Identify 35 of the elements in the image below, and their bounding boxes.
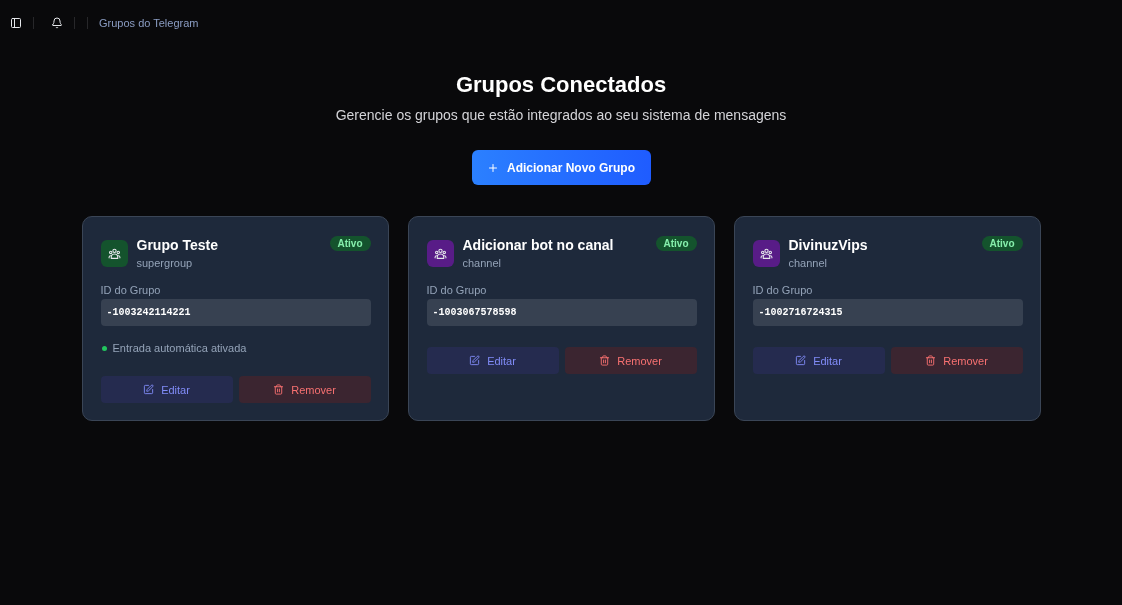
pencil-icon — [469, 355, 481, 366]
status-badge: Ativo — [655, 236, 697, 251]
edit-button[interactable]: Editar — [426, 347, 559, 374]
group-type: channel — [788, 256, 829, 271]
field-label: ID do Grupo — [752, 283, 814, 297]
group-name: DivinuzVips — [788, 236, 868, 255]
remove-button[interactable]: Remover — [238, 376, 371, 403]
trash-icon — [599, 355, 611, 366]
group-type: supergroup — [136, 256, 194, 271]
group-id-field[interactable]: -1003242114221 — [100, 299, 371, 326]
trash-icon — [273, 384, 285, 395]
trash-icon — [925, 355, 937, 366]
page-subtitle: Gerencie os grupos que estão integrados ao seu sistema de mensagens — [335, 106, 787, 125]
group-type: channel — [462, 256, 503, 271]
status-badge: Ativo — [981, 236, 1023, 251]
sidebar-toggle-icon[interactable] — [9, 16, 23, 30]
add-group-button[interactable]: Adicionar Novo Grupo — [471, 150, 651, 185]
edit-button[interactable]: Editar — [100, 376, 233, 403]
remove-button[interactable]: Remover — [890, 347, 1023, 374]
field-label: ID do Grupo — [100, 283, 162, 297]
group-id-field[interactable]: -1003067578598 — [426, 299, 697, 326]
status-badge: Ativo — [329, 236, 371, 251]
auto-join-text: Entrada automática ativada — [112, 341, 247, 355]
bell-icon[interactable] — [50, 16, 64, 30]
field-label: ID do Grupo — [426, 283, 488, 297]
group-name: Grupo Teste — [136, 236, 218, 255]
group-id-field[interactable]: -1002716724315 — [752, 299, 1023, 326]
pencil-icon — [143, 384, 155, 395]
remove-button[interactable]: Remover — [564, 347, 697, 374]
plus-icon — [487, 161, 499, 174]
group-name: Adicionar bot no canal — [462, 236, 614, 255]
breadcrumb-link[interactable]: Grupos do Telegram — [99, 17, 199, 29]
edit-button[interactable]: Editar — [752, 347, 885, 374]
page-title: Grupos Conectados — [455, 71, 667, 99]
pencil-icon — [795, 355, 807, 366]
